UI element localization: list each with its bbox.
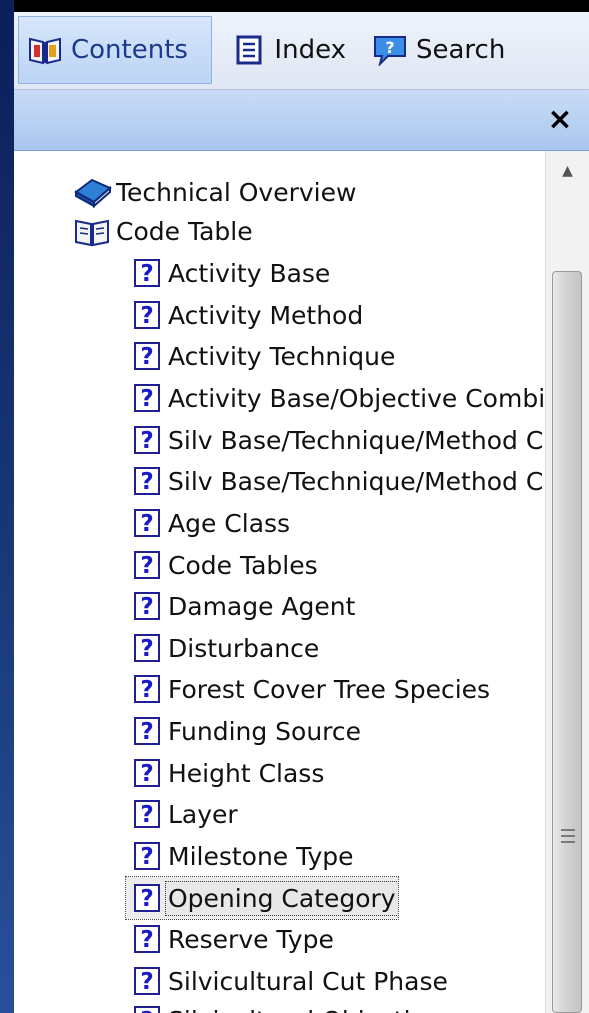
chevron-up-icon: ▲ [562, 163, 573, 179]
tree-topic-opening-category[interactable]: ? Opening Category [125, 876, 399, 920]
close-icon: × [547, 101, 573, 137]
help-topic-icon: ? [134, 967, 160, 995]
tree-item-label: Activity Method [168, 300, 364, 330]
closed-book-icon [74, 178, 112, 208]
tree-item-label: Reserve Type [168, 924, 334, 954]
help-topic-icon: ? [134, 634, 160, 662]
help-topic-icon: ? [134, 259, 160, 287]
tree-item-label: Silv Base/Technique/Method C [168, 425, 544, 455]
grip-line [561, 835, 575, 837]
help-topic-icon: ? [134, 467, 160, 495]
tree-topic-silv-base-technique-method-2[interactable]: ? Silv Base/Technique/Method C [134, 460, 546, 502]
tree-item-technical-overview[interactable]: Technical Overview [72, 171, 358, 213]
close-button[interactable]: × [543, 101, 577, 137]
window-left-frame [0, 0, 14, 1013]
tab-index-label: Index [274, 35, 346, 65]
tree-item-label: Forest Cover Tree Species [168, 674, 491, 704]
tab-contents[interactable]: Contents [18, 16, 212, 84]
tree-topic-disturbance[interactable]: ? Disturbance [134, 627, 321, 669]
window-top-frame [0, 0, 589, 12]
tree-topic-layer[interactable]: ? Layer [134, 793, 240, 835]
tree-topic-activity-technique[interactable]: ? Activity Technique [134, 335, 397, 377]
tree-item-label: Code Table [116, 216, 253, 246]
tree-item-label: Layer [168, 799, 238, 829]
tab-search-label: Search [416, 35, 506, 65]
tree-topic-activity-method[interactable]: ? Activity Method [134, 294, 365, 336]
help-topic-icon: ? [134, 842, 160, 870]
tree-item-label: Code Tables [168, 550, 318, 580]
grip-line [561, 841, 575, 843]
scroll-up-arrow[interactable]: ▲ [546, 151, 589, 191]
help-topic-icon: ? [134, 301, 160, 329]
tree-topic-height-class[interactable]: ? Height Class [134, 752, 326, 794]
svg-text:?: ? [385, 38, 394, 57]
tree-item-label: Activity Technique [168, 341, 396, 371]
tree-topic-funding-source[interactable]: ? Funding Source [134, 710, 363, 752]
help-topic-icon: ? [134, 1006, 160, 1013]
help-topic-icon: ? [134, 342, 160, 370]
tree-item-label: Age Class [168, 508, 291, 538]
tree-item-code-table[interactable]: Code Table [72, 210, 255, 252]
tree-item-label: Height Class [168, 758, 325, 788]
tree-topic-milestone-type[interactable]: ? Milestone Type [134, 835, 356, 877]
search-speech-icon: ? [372, 34, 408, 66]
scroll-thumb[interactable] [552, 271, 582, 1013]
tree-topic-age-class[interactable]: ? Age Class [134, 502, 292, 544]
tree-item-label: Damage Agent [168, 591, 356, 621]
tree-topic-forest-cover-tree-species[interactable]: ? Forest Cover Tree Species [134, 668, 492, 710]
tree-item-label: Activity Base [168, 258, 331, 288]
help-topic-icon: ? [134, 426, 160, 454]
contents-tree: Technical Overview Code Table ? Activity… [14, 151, 546, 1013]
help-topic-icon: ? [134, 551, 160, 579]
help-topic-icon: ? [134, 675, 160, 703]
tree-topic-code-tables[interactable]: ? Code Tables [134, 544, 320, 586]
tree-item-label: Silvicultural Objective [166, 1004, 443, 1013]
grip-line [561, 829, 575, 831]
tree-topic-silvicultural-cut-phase[interactable]: ? Silvicultural Cut Phase [134, 960, 450, 1002]
tree-item-label: Opening Category [165, 880, 398, 916]
tree-item-label: Technical Overview [116, 177, 357, 207]
index-icon [232, 34, 266, 66]
tab-index[interactable]: Index [224, 16, 354, 84]
tab-contents-label: Contents [71, 35, 188, 65]
tree-topic-reserve-type[interactable]: ? Reserve Type [134, 918, 336, 960]
help-topic-icon: ? [134, 384, 160, 412]
tree-topic-silv-base-technique-method-1[interactable]: ? Silv Base/Technique/Method C [134, 419, 546, 461]
tree-topic-silvicultural-objective[interactable]: ? Silvicultural Objective [134, 999, 443, 1013]
help-topic-icon: ? [134, 925, 160, 953]
vertical-scrollbar[interactable]: ▲ [545, 151, 589, 1013]
open-book-icon [75, 219, 109, 247]
book-icon [27, 34, 63, 66]
tab-bar: Contents Index ? Search [14, 12, 589, 90]
help-topic-icon: ? [134, 800, 160, 828]
tree-item-label: Milestone Type [168, 841, 354, 871]
pane-header: × [14, 90, 589, 151]
tree-item-label: Activity Base/Objective Combi [168, 383, 546, 413]
tree-item-label: Funding Source [168, 716, 362, 746]
help-navigation-panel: Contents Index ? Search × Technical Over… [14, 12, 589, 1013]
tree-item-label: Silv Base/Technique/Method C [168, 466, 544, 496]
help-topic-icon: ? [134, 592, 160, 620]
help-topic-icon: ? [134, 759, 160, 787]
help-topic-icon: ? [134, 717, 160, 745]
tree-item-label: Disturbance [168, 633, 320, 663]
help-topic-icon: ? [134, 509, 160, 537]
tree-item-label: Silvicultural Cut Phase [168, 966, 448, 996]
tab-search[interactable]: ? Search [364, 16, 524, 84]
tree-topic-activity-base-objective-combi[interactable]: ? Activity Base/Objective Combi [134, 377, 546, 419]
tree-topic-activity-base[interactable]: ? Activity Base [134, 252, 332, 294]
tree-topic-damage-agent[interactable]: ? Damage Agent [134, 585, 357, 627]
help-topic-icon: ? [134, 884, 160, 912]
